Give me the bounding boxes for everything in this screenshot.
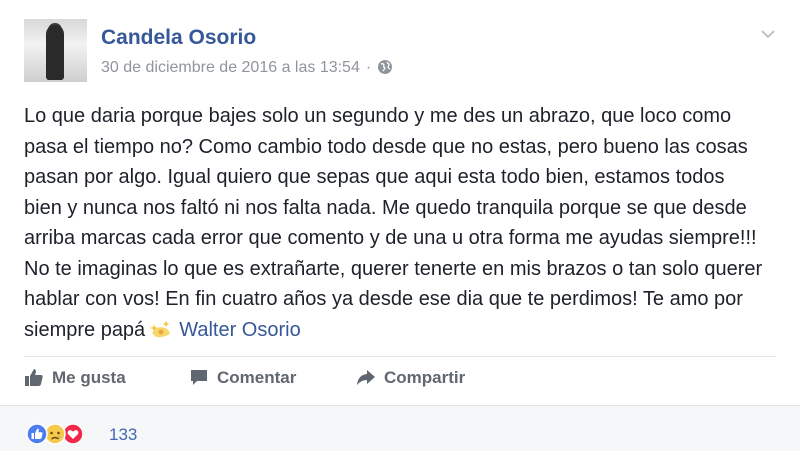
post-card: Candela Osorio 30 de diciembre de 2016 a… xyxy=(0,0,800,451)
comment-button[interactable]: Comentar xyxy=(189,367,296,388)
avatar-figure xyxy=(46,25,64,80)
avatar[interactable] xyxy=(24,19,87,82)
share-button[interactable]: Compartir xyxy=(356,367,465,388)
divider xyxy=(24,356,776,357)
like-label: Me gusta xyxy=(52,368,126,387)
sparkle-emoji-icon xyxy=(150,320,171,337)
tagged-person-link[interactable]: Walter Osorio xyxy=(179,319,301,341)
share-label: Compartir xyxy=(384,368,466,387)
meta-separator: · xyxy=(365,59,372,76)
post-body-text: Lo que daria porque bajes solo un segund… xyxy=(24,105,763,341)
post-body: Lo que daria porque bajes solo un segund… xyxy=(24,101,764,345)
comment-label: Comentar xyxy=(217,368,297,387)
thumbs-up-icon xyxy=(25,369,43,386)
reactions-bar: 133 xyxy=(0,405,800,451)
reaction-count[interactable]: 133 xyxy=(109,425,137,445)
post-meta: 30 de diciembre de 2016 a las 13:54 · xyxy=(101,59,393,77)
share-icon xyxy=(357,370,375,385)
like-reaction-icon xyxy=(26,423,48,445)
like-button[interactable]: Me gusta xyxy=(24,367,126,388)
author-name[interactable]: Candela Osorio xyxy=(101,26,256,50)
comment-icon xyxy=(191,370,207,385)
chevron-down-icon[interactable] xyxy=(759,28,777,40)
post-timestamp[interactable]: 30 de diciembre de 2016 a las 13:54 xyxy=(101,59,360,76)
globe-icon[interactable] xyxy=(377,59,393,75)
